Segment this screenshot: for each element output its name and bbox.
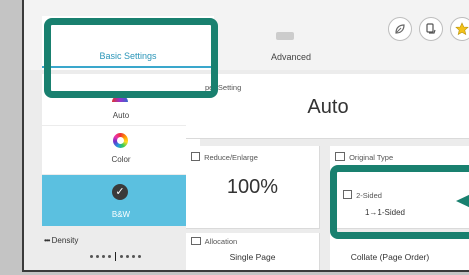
density-dot <box>102 255 105 258</box>
color-button[interactable]: Color <box>42 126 200 174</box>
reduce-enlarge-title: Reduce/Enlarge <box>204 153 258 162</box>
bw-button[interactable]: ✓ B&W <box>42 175 200 226</box>
paper-setting-value: Auto <box>307 96 349 118</box>
original-type-title: Original Type <box>349 153 394 162</box>
density-dot <box>96 255 99 258</box>
density-dot <box>90 255 93 258</box>
density-dot <box>126 255 129 258</box>
density-dot <box>138 255 141 258</box>
density-dot <box>132 255 135 258</box>
checkmark-icon: ✓ <box>112 184 128 200</box>
bw-label: B&W <box>111 210 131 219</box>
copy-screen: Basic Settings Advanced Auto Color ✓ B&W… <box>22 0 469 272</box>
hand-document-icon[interactable] <box>419 17 443 41</box>
density-dot <box>120 255 123 258</box>
reduce-enlarge-icon <box>191 152 200 161</box>
advanced-icon <box>276 32 294 40</box>
highlight-box-basic-settings <box>44 18 218 98</box>
allocation-title: Allocation <box>204 237 238 246</box>
allocation-icon <box>191 237 201 245</box>
density-current-marker <box>115 252 116 261</box>
auto-label: Auto <box>112 111 130 120</box>
collate-value: Collate (Page Order) <box>350 252 430 262</box>
density-control[interactable]: ••• Density <box>42 230 200 270</box>
color-label: Color <box>111 155 131 164</box>
tab-advanced-label: Advanced <box>270 52 312 62</box>
reduce-enlarge-value: 100% <box>226 176 279 198</box>
original-type-icon <box>335 152 345 161</box>
allocation-value: Single Page <box>229 252 276 262</box>
highlight-box-two-sided <box>330 165 469 239</box>
eco-leaf-icon[interactable] <box>388 17 412 41</box>
star-icon[interactable] <box>450 17 469 41</box>
density-label: Density <box>51 236 79 245</box>
paper-setting-card[interactable]: per Setting Auto <box>186 74 469 139</box>
pointer-arrow-icon <box>456 194 469 208</box>
density-dot <box>108 255 111 258</box>
tab-advanced[interactable]: Advanced <box>216 28 366 66</box>
color-wheel-icon <box>113 133 128 148</box>
reduce-enlarge-card[interactable]: Reduce/Enlarge 100% <box>186 146 320 229</box>
allocation-card[interactable]: Allocation Single Page <box>186 233 320 270</box>
density-icon: ••• <box>44 236 50 245</box>
